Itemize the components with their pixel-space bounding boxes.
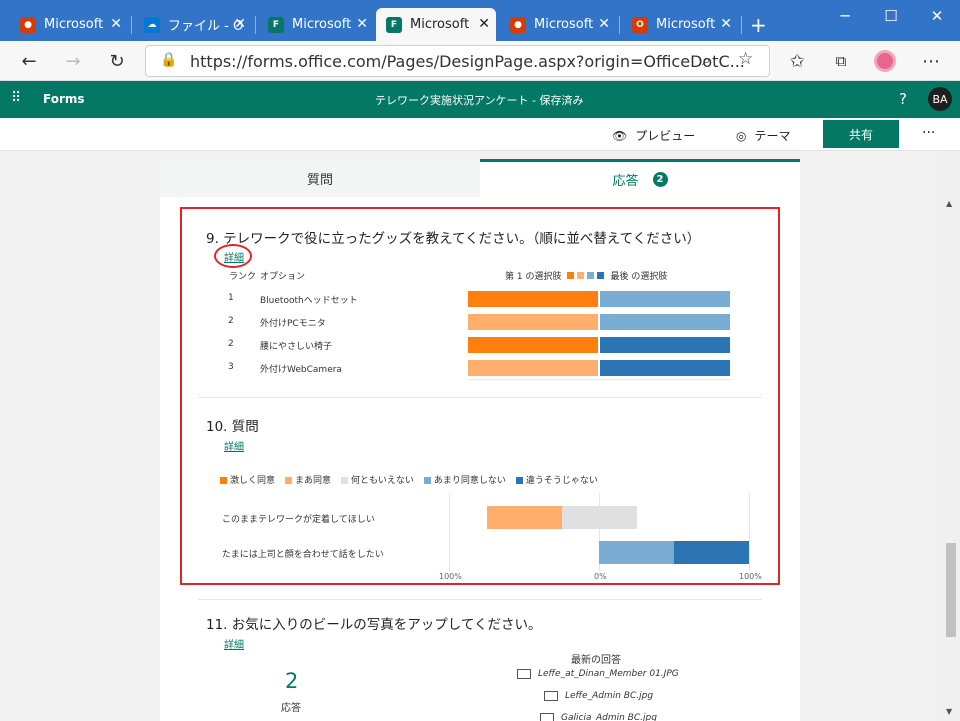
browser-tab-strip: ● Microsoft ✕ ☁ ファイル - O ✕ F Microsoft ✕…: [0, 0, 960, 41]
zoom-icon[interactable]: ⌕: [702, 50, 711, 70]
vertical-scrollbar[interactable]: ▲ ▼: [942, 151, 960, 721]
divider: [198, 599, 762, 600]
maximize-icon[interactable]: ☐: [868, 0, 914, 32]
q11-title: 11. お気に入りのビールの写真をアップしてください。: [206, 617, 542, 633]
form-title: テレワーク実施状況アンケート - 保存済み: [375, 94, 584, 107]
lock-icon: 🔒: [160, 52, 178, 68]
theme-label: テーマ: [754, 129, 791, 143]
file-name: Galicia_Admin BC.jpg: [561, 713, 657, 721]
favorites-icon[interactable]: ✩: [785, 49, 809, 73]
preview-label: プレビュー: [635, 129, 696, 143]
close-icon[interactable]: ✕: [720, 16, 732, 32]
file-item[interactable]: Leffe_Admin BC.jpg: [544, 691, 653, 701]
scrollbar-thumb[interactable]: [946, 543, 956, 637]
highlight-circle: [214, 244, 252, 268]
preview-button[interactable]: 👁 プレビュー: [612, 127, 695, 144]
image-file-icon: [540, 713, 554, 721]
image-file-icon: [517, 669, 531, 679]
more-icon[interactable]: ⋯: [919, 49, 943, 73]
scroll-up-arrow-icon[interactable]: ▲: [946, 199, 952, 208]
forms-icon: F: [386, 16, 402, 33]
response-card: 質問 応答 2 9. テレワークで役に立ったグッズを教えてください。（順に並べ替…: [160, 159, 800, 721]
refresh-icon[interactable]: ↻: [105, 49, 129, 73]
eye-icon: 👁: [612, 128, 628, 143]
close-icon[interactable]: ✕: [234, 16, 246, 32]
tab-separator: [741, 16, 742, 34]
collections-icon[interactable]: ⧉: [829, 49, 853, 73]
close-icon[interactable]: ✕: [478, 16, 490, 32]
tab-label: Microsoft: [656, 17, 716, 32]
tab-questions-label: 質問: [306, 172, 333, 188]
highlight-frame: [180, 207, 780, 585]
tab-label: ファイル - O: [168, 19, 244, 34]
office-icon: ●: [510, 16, 526, 33]
main-content: 質問 応答 2 9. テレワークで役に立ったグッズを教えてください。（順に並べ替…: [0, 151, 942, 721]
browser-toolbar: ← → ↻ 🔒 https://forms.office.com/Pages/D…: [0, 41, 960, 81]
close-window-icon[interactable]: ✕: [914, 0, 960, 32]
share-button[interactable]: 共有: [823, 120, 899, 148]
onedrive-icon: ☁: [144, 16, 160, 33]
browser-tab-4-active[interactable]: F Microsoft ✕: [376, 8, 496, 41]
image-file-icon: [544, 691, 558, 701]
back-arrow-icon[interactable]: ←: [17, 49, 41, 73]
forms-icon: F: [268, 16, 284, 33]
theme-button[interactable]: ◎ テーマ: [736, 127, 791, 144]
tab-responses[interactable]: 応答 2: [480, 159, 800, 197]
tab-responses-label: 応答: [612, 174, 639, 189]
profile-avatar[interactable]: [873, 49, 897, 73]
scroll-down-arrow-icon[interactable]: ▼: [946, 707, 952, 716]
response-count: 2: [285, 669, 299, 693]
tab-separator: [131, 16, 132, 34]
forward-arrow-icon[interactable]: →: [61, 49, 85, 73]
tab-label: Microsoft: [410, 17, 470, 32]
new-tab-button[interactable]: +: [746, 8, 776, 41]
file-name: Leffe_Admin BC.jpg: [565, 691, 654, 701]
office-icon: O: [632, 16, 648, 33]
file-item[interactable]: Galicia_Admin BC.jpg: [540, 713, 657, 721]
tab-label: Microsoft: [44, 17, 104, 32]
close-icon[interactable]: ✕: [356, 16, 368, 32]
browser-tab-6[interactable]: O Microsoft ✕: [622, 8, 738, 41]
tab-separator: [255, 16, 256, 34]
browser-tab-5[interactable]: ● Microsoft ✕: [500, 8, 616, 41]
tab-questions[interactable]: 質問: [160, 159, 480, 197]
address-bar[interactable]: 🔒 https://forms.office.com/Pages/DesignP…: [145, 45, 770, 77]
page-tabs: 質問 応答 2: [160, 159, 800, 197]
file-item[interactable]: Leffe_at_Dinan_Member 01.JPG: [517, 669, 679, 679]
tab-label: Microsoft: [292, 17, 352, 32]
browser-tab-1[interactable]: ● Microsoft ✕: [10, 8, 128, 41]
url-text: https://forms.office.com/Pages/DesignPag…: [190, 51, 745, 71]
app-launcher-icon[interactable]: ⠿: [11, 90, 21, 106]
user-avatar[interactable]: BA: [928, 87, 952, 111]
palette-icon: ◎: [736, 128, 747, 143]
minimize-icon[interactable]: ─: [822, 0, 868, 32]
file-name: Leffe_at_Dinan_Member 01.JPG: [538, 669, 679, 679]
office-icon: ●: [20, 16, 36, 33]
latest-responses-label: 最新の回答: [571, 655, 621, 666]
forms-header: ⠿ Forms テレワーク実施状況アンケート - 保存済み ? BA: [0, 81, 960, 118]
help-icon[interactable]: ?: [899, 90, 907, 108]
tab-label: Microsoft: [534, 17, 594, 32]
close-icon[interactable]: ✕: [598, 16, 610, 32]
browser-tab-2[interactable]: ☁ ファイル - O ✕: [134, 8, 252, 41]
close-icon[interactable]: ✕: [110, 16, 122, 32]
favorite-star-icon[interactable]: ☆: [738, 49, 753, 69]
response-count-badge: 2: [652, 172, 668, 187]
command-bar: 👁 プレビュー ◎ テーマ 共有 ···: [0, 118, 960, 151]
q11-detail-link[interactable]: 詳細: [224, 636, 244, 651]
browser-tab-3[interactable]: F Microsoft ✕: [258, 8, 374, 41]
tab-separator: [619, 16, 620, 34]
app-name[interactable]: Forms: [43, 92, 85, 106]
response-count-label: 応答: [281, 703, 301, 714]
more-options-icon[interactable]: ···: [922, 125, 935, 141]
